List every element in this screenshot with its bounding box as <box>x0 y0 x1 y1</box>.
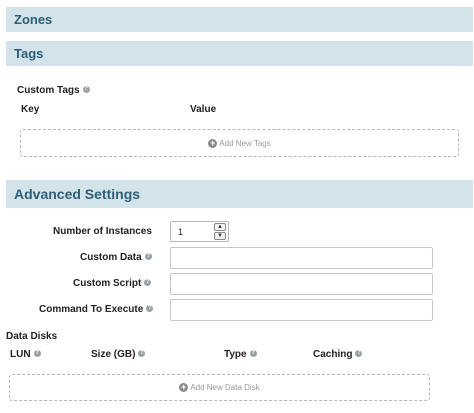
custom-tags-text: Custom Tags <box>17 85 80 96</box>
help-icon[interactable]: ? <box>33 349 41 357</box>
help-icon[interactable]: ? <box>144 252 152 260</box>
custom-script-input[interactable] <box>170 273 433 295</box>
help-icon[interactable]: ? <box>249 349 257 357</box>
help-icon[interactable]: ? <box>146 304 154 312</box>
zones-section-header[interactable]: Zones <box>6 7 473 32</box>
caching-column: Caching? <box>313 349 363 360</box>
tags-title: Tags <box>14 46 44 61</box>
help-icon[interactable]: ? <box>138 349 146 357</box>
advanced-settings-section-header[interactable]: Advanced Settings <box>6 180 473 208</box>
advanced-settings-title: Advanced Settings <box>14 186 141 202</box>
number-of-instances-label: Number of Instances <box>53 226 152 237</box>
custom-data-text: Custom Data <box>80 252 142 263</box>
command-to-execute-input[interactable] <box>170 299 433 321</box>
plus-circle-icon: + <box>179 382 189 392</box>
decrement-button[interactable]: ▼ <box>214 232 226 240</box>
tags-section-header[interactable]: Tags <box>6 41 473 66</box>
zones-title: Zones <box>14 12 53 27</box>
number-of-instances-stepper[interactable]: 1 ▲ ▼ <box>170 221 229 242</box>
help-icon[interactable]: ? <box>355 349 363 357</box>
size-column-text: Size (GB) <box>91 349 136 360</box>
stepper-controls: ▲ ▼ <box>214 223 226 240</box>
tags-value-column: Value <box>190 104 217 115</box>
custom-data-label: Custom Data? <box>80 252 152 263</box>
custom-script-text: Custom Script <box>73 278 142 289</box>
data-disks-title: Data Disks <box>6 331 58 342</box>
custom-script-label: Custom Script? <box>73 278 152 289</box>
custom-data-input[interactable] <box>170 247 433 269</box>
custom-tags-label: Custom Tags? <box>17 85 90 96</box>
help-icon[interactable]: ? <box>82 85 90 93</box>
add-new-tags-button[interactable]: + Add New Tags <box>20 129 459 157</box>
size-column: Size (GB)? <box>91 349 146 360</box>
plus-circle-icon: + <box>208 137 218 148</box>
add-new-data-disk-button[interactable]: + Add New Data Disk <box>9 374 430 401</box>
command-to-execute-text: Command To Execute <box>39 304 144 315</box>
command-to-execute-label: Command To Execute? <box>39 304 154 315</box>
lun-column-text: LUN <box>10 349 31 360</box>
type-column: Type? <box>224 349 257 360</box>
add-new-data-disk-label: Add New Data Disk <box>190 383 260 392</box>
caching-column-text: Caching <box>313 349 353 360</box>
tags-key-column: Key <box>21 104 40 115</box>
increment-button[interactable]: ▲ <box>214 223 226 231</box>
type-column-text: Type <box>224 349 247 360</box>
lun-column: LUN? <box>10 349 41 360</box>
add-new-tags-label: Add New Tags <box>219 138 271 148</box>
number-of-instances-value: 1 <box>178 226 184 237</box>
help-icon[interactable]: ? <box>144 278 152 286</box>
